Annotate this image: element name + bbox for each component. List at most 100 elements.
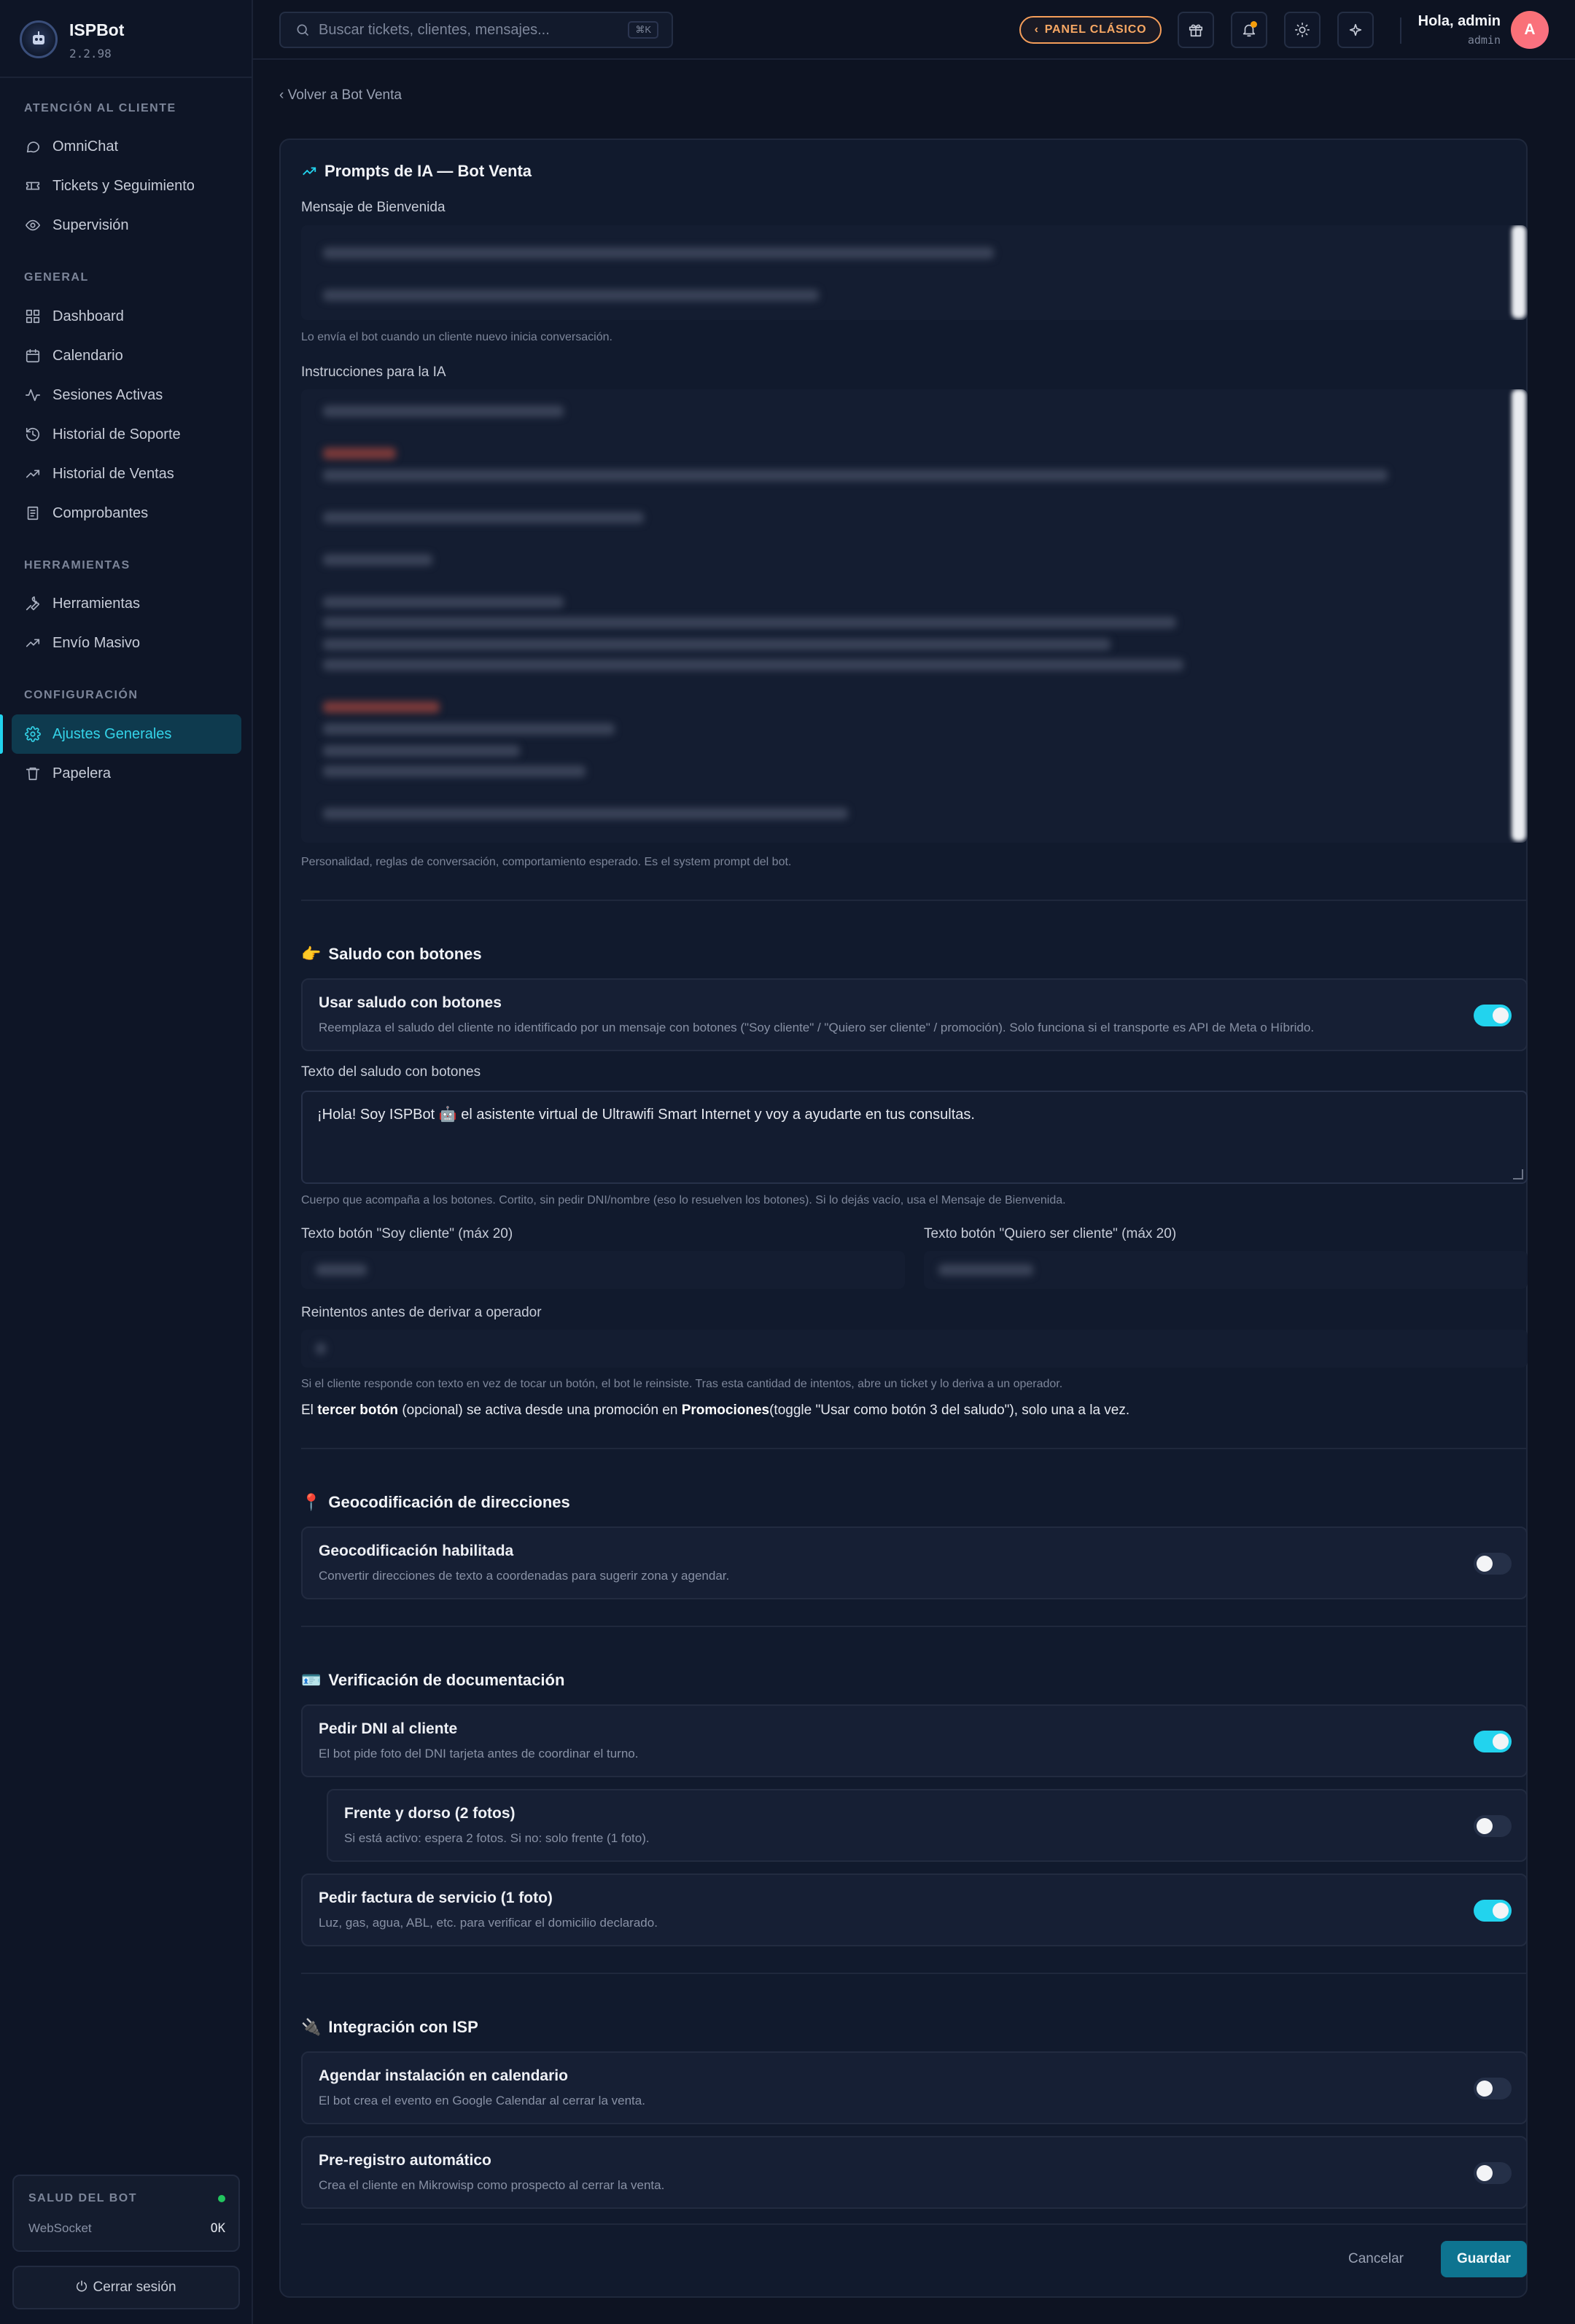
trending-up-icon	[25, 635, 41, 651]
pre-registration-switch[interactable]	[1474, 2162, 1512, 2184]
sidebar-item-historial-soporte[interactable]: Historial de Soporte	[12, 415, 241, 454]
sun-icon	[1295, 23, 1310, 37]
trending-up-icon	[25, 466, 41, 482]
gear-icon	[25, 726, 41, 742]
sidebar-item-label: Tickets y Seguimiento	[52, 177, 195, 194]
greeting-buttons-title-text: Saludo con botones	[328, 945, 482, 963]
welcome-message-textarea[interactable]	[301, 225, 1528, 320]
sidebar-item-comprobantes[interactable]: Comprobantes	[12, 494, 241, 533]
sidebar-item-label: Calendario	[52, 347, 123, 364]
ai-sparkle-button[interactable]	[1337, 12, 1374, 48]
gift-icon	[1189, 24, 1203, 37]
grid-icon	[25, 308, 41, 324]
service-bill-toggle-row: Pedir factura de servicio (1 foto) Luz, …	[301, 1873, 1528, 1946]
toggle-desc: Luz, gas, agua, ABL, etc. para verificar…	[319, 1916, 658, 1930]
toggle-desc: Si está activo: espera 2 fotos. Si no: s…	[344, 1831, 650, 1845]
retries-label: Reintentos antes de derivar a operador	[301, 1305, 542, 1320]
nav-section-general: GENERAL	[24, 271, 89, 284]
note-text: El	[301, 1403, 318, 1418]
instructions-label: Instrucciones para la IA	[301, 364, 446, 380]
dni-switch[interactable]	[1474, 1731, 1512, 1752]
logout-button[interactable]: ⏻ Cerrar sesión	[12, 2266, 240, 2309]
retries-input[interactable]	[301, 1330, 1528, 1368]
receipt-icon	[25, 505, 41, 521]
isp-section-title: 🔌 Integración con ISP	[301, 2018, 478, 2037]
sidebar-item-tickets[interactable]: Tickets y Seguimiento	[12, 166, 241, 206]
greeting-text-textarea[interactable]: ¡Hola! Soy ISPBot 🤖 el asistente virtual…	[301, 1091, 1528, 1184]
sidebar-item-dashboard[interactable]: Dashboard	[12, 297, 241, 336]
nav-section-configuracion: CONFIGURACIÓN	[24, 689, 139, 701]
sparkle-icon	[1349, 23, 1362, 36]
note-bold: tercer botón	[317, 1403, 399, 1418]
sidebar-item-omnichat[interactable]: OmniChat	[12, 127, 241, 166]
power-icon: ⏻	[76, 2280, 88, 2295]
ai-instructions-textarea[interactable]	[301, 389, 1528, 843]
gift-button[interactable]	[1178, 12, 1214, 48]
prompts-section-title: Prompts de IA — Bot Venta	[301, 162, 532, 181]
id-card-icon: 🪪	[301, 1671, 322, 1689]
greeting-buttons-section-title: 👉 Saludo con botones	[301, 945, 482, 964]
resize-handle-icon[interactable]	[1513, 1169, 1523, 1179]
welcome-label: Mensaje de Bienvenida	[301, 200, 446, 215]
documentation-title-text: Verificación de documentación	[328, 1671, 565, 1689]
top-header: ⌘K ‹ PANEL CLÁSICO Hola, admin admin A	[253, 0, 1575, 60]
calendar-icon	[25, 348, 41, 364]
eye-icon	[25, 217, 41, 233]
sidebar-item-papelera[interactable]: Papelera	[12, 754, 241, 793]
sidebar-item-label: Dashboard	[52, 308, 124, 324]
quiero-ser-cliente-input[interactable]	[924, 1251, 1528, 1289]
toggle-desc: Crea el cliente en Mikrowisp como prospe…	[319, 2178, 665, 2192]
toggle-desc: El bot crea el evento en Google Calendar…	[319, 2094, 645, 2107]
plug-icon: 🔌	[301, 2018, 322, 2036]
notifications-button[interactable]	[1231, 12, 1267, 48]
classic-panel-button[interactable]: ‹ PANEL CLÁSICO	[1019, 16, 1162, 44]
save-button[interactable]: Guardar	[1441, 2241, 1527, 2277]
geocoding-title-text: Geocodificación de direcciones	[328, 1493, 570, 1511]
notification-dot	[1251, 21, 1257, 28]
status-dot	[218, 2195, 225, 2202]
logout-label: Cerrar sesión	[93, 2280, 176, 2295]
btn1-label: Texto botón "Soy cliente" (máx 20)	[301, 1226, 513, 1241]
sidebar-item-supervision[interactable]: Supervisión	[12, 206, 241, 245]
geocoding-switch[interactable]	[1474, 1553, 1512, 1575]
sidebar-item-historial-ventas[interactable]: Historial de Ventas	[12, 454, 241, 494]
sidebar-item-envio-masivo[interactable]: Envío Masivo	[12, 623, 241, 663]
sidebar-item-label: Herramientas	[52, 595, 141, 612]
search-icon	[297, 24, 309, 36]
avatar[interactable]: A	[1511, 11, 1549, 49]
third-button-note: El tercer botón (opcional) se activa des…	[301, 1403, 1129, 1419]
sidebar-item-calendario[interactable]: Calendario	[12, 336, 241, 375]
toggle-title: Frente y dorso (2 fotos)	[344, 1805, 516, 1822]
theme-toggle-button[interactable]	[1284, 12, 1321, 48]
user-greeting: Hola, admin	[1418, 13, 1501, 29]
toggle-title: Usar saludo con botones	[319, 994, 502, 1011]
promociones-link[interactable]: Promociones	[682, 1403, 769, 1418]
sidebar-item-sesiones[interactable]: Sesiones Activas	[12, 375, 241, 415]
geocoding-toggle-row: Geocodificación habilitada Convertir dir…	[301, 1526, 1528, 1599]
greeting-buttons-switch[interactable]	[1474, 1005, 1512, 1026]
divider	[301, 2223, 1528, 2225]
divider	[301, 900, 1528, 901]
toggle-title: Geocodificación habilitada	[319, 1543, 514, 1559]
soy-cliente-input[interactable]	[301, 1251, 905, 1289]
toggle-desc: Reemplaza el saludo del cliente no ident…	[319, 1021, 1315, 1034]
service-bill-switch[interactable]	[1474, 1900, 1512, 1922]
calendar-install-switch[interactable]	[1474, 2078, 1512, 2099]
cancel-button[interactable]: Cancelar	[1331, 2241, 1421, 2277]
back-link[interactable]: ‹ Volver a Bot Venta	[279, 87, 402, 104]
note-text: (toggle "Usar como botón 3 del saludo"),…	[769, 1403, 1130, 1418]
search-box[interactable]: ⌘K	[279, 12, 673, 48]
sidebar-item-herramientas[interactable]: Herramientas	[12, 584, 241, 623]
history-icon	[25, 426, 41, 442]
search-input[interactable]	[319, 21, 625, 39]
greeting-buttons-toggle-row: Usar saludo con botones Reemplaza el sal…	[301, 978, 1528, 1051]
greeting-text-label: Texto del saludo con botones	[301, 1064, 481, 1080]
front-back-switch[interactable]	[1474, 1815, 1512, 1837]
nav-section-herramientas: HERRAMIENTAS	[24, 559, 131, 572]
note-text: (opcional) se activa desde una promoción…	[398, 1403, 682, 1418]
settings-card: Prompts de IA — Bot Venta Mensaje de Bie…	[279, 139, 1528, 2298]
sidebar-item-label: Supervisión	[52, 217, 129, 233]
pointing-hand-icon: 👉	[301, 945, 322, 963]
greeting-text-help: Cuerpo que acompaña a los botones. Corti…	[301, 1194, 1066, 1206]
sidebar-item-ajustes-generales[interactable]: Ajustes Generales	[12, 714, 241, 754]
